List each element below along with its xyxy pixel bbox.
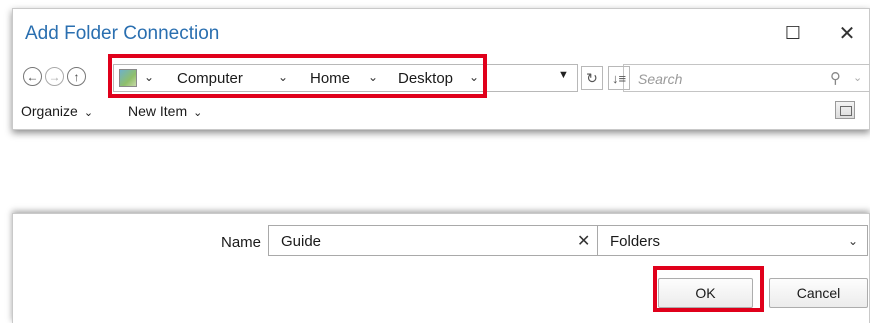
item-type-select[interactable]: Folders ⌄ <box>597 225 868 256</box>
breadcrumb-desktop[interactable]: Desktop <box>398 70 453 87</box>
ok-button[interactable]: OK <box>658 278 753 308</box>
organize-label: Organize <box>21 103 78 119</box>
forward-arrow-icon[interactable]: → <box>45 67 64 86</box>
clear-icon[interactable]: ✕ <box>577 231 590 251</box>
chevron-down-icon: ⌄ <box>848 234 859 248</box>
navigation-bar: ← → ↑ ⌄ Computer ⌄ Home ⌄ Desktop ⌄ ▼ ↻ … <box>13 64 870 94</box>
chevron-down-icon: ⌄ <box>193 107 203 119</box>
up-arrow-icon[interactable]: ↑ <box>67 67 86 86</box>
refresh-icon[interactable]: ↻ <box>581 66 603 90</box>
chevron-down-icon[interactable]: ⌄ <box>368 70 378 84</box>
cancel-button[interactable]: Cancel <box>769 278 868 308</box>
dialog-title: Add Folder Connection <box>25 23 220 44</box>
folder-icon <box>119 69 137 87</box>
search-input[interactable]: Search <box>638 71 682 87</box>
item-type-value: Folders <box>610 233 661 250</box>
toolbar: Organize ⌄ New Item ⌄ <box>13 99 869 125</box>
address-bar[interactable]: ⌄ Computer ⌄ Home ⌄ Desktop ⌄ ▼ <box>113 64 578 92</box>
breadcrumb-home[interactable]: Home <box>310 70 350 87</box>
sort-icon[interactable]: ↓≡ <box>608 66 630 90</box>
maximize-icon[interactable]: ☐ <box>781 21 805 45</box>
name-value: Guide <box>281 233 322 250</box>
organize-menu[interactable]: Organize ⌄ <box>21 103 93 119</box>
chevron-down-icon[interactable]: ⌄ <box>469 70 479 84</box>
back-arrow-icon[interactable]: ← <box>23 67 42 86</box>
close-icon[interactable]: ✕ <box>835 21 859 45</box>
search-dropdown-icon[interactable]: ⌄ <box>853 71 862 84</box>
dialog-top-panel: Add Folder Connection ☐ ✕ ← → ↑ ⌄ Comput… <box>12 8 870 130</box>
search-box[interactable]: Search ⚲ ⌄ <box>623 64 870 92</box>
new-item-menu[interactable]: New Item ⌄ <box>128 103 202 119</box>
chevron-down-icon[interactable]: ⌄ <box>144 70 154 84</box>
name-field[interactable]: Guide ✕ <box>268 225 601 256</box>
view-pane-icon[interactable] <box>835 101 855 119</box>
breadcrumb-computer[interactable]: Computer <box>177 70 243 87</box>
chevron-down-icon[interactable]: ⌄ <box>278 70 288 84</box>
search-icon[interactable]: ⚲ <box>830 69 841 87</box>
new-item-label: New Item <box>128 103 188 119</box>
dialog-bottom-panel: Name Guide ✕ Folders ⌄ OK Cancel <box>12 213 870 323</box>
address-dropdown-icon[interactable]: ▼ <box>558 69 569 81</box>
chevron-down-icon: ⌄ <box>83 107 94 119</box>
title-bar: Add Folder Connection ☐ ✕ <box>13 9 869 55</box>
name-label: Name <box>221 234 262 251</box>
